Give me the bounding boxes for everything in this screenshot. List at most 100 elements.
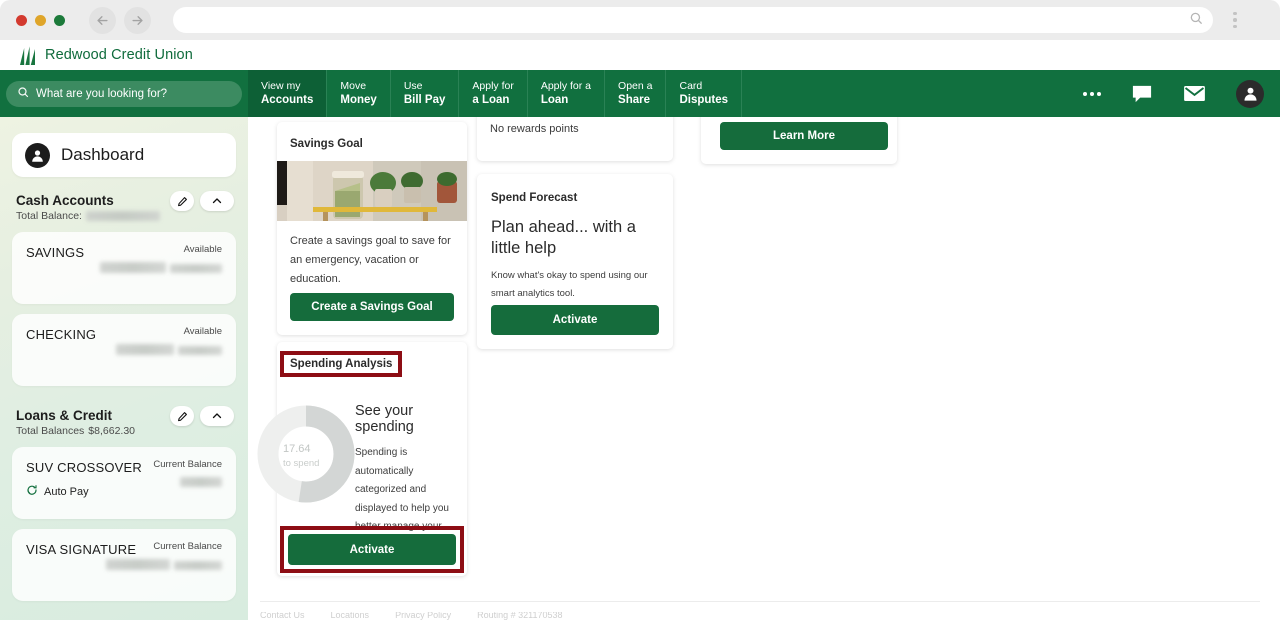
nav-item-line2: Loan	[540, 93, 569, 106]
close-window-button[interactable]	[16, 14, 27, 26]
search-container: What are you looking for?	[0, 70, 248, 117]
account-balance-block: Available	[115, 326, 222, 360]
nav-item-view-my-accounts[interactable]: View my Accounts	[248, 70, 328, 117]
footer-link-contact-us[interactable]: Contact Us	[260, 612, 305, 620]
donut-amount: 17.64	[283, 443, 311, 455]
rewards-points-text: No rewards points	[490, 123, 579, 135]
spending-analysis-body: 17.64 to spend See your spending Spendin…	[257, 381, 467, 551]
back-arrow-icon[interactable]	[89, 6, 116, 34]
nav-item-line2: Accounts	[261, 93, 314, 106]
forward-arrow-icon[interactable]	[124, 6, 151, 34]
spending-analysis-heading: See your spending	[355, 403, 414, 435]
spending-analysis-text: See your spending Spending is automatica…	[355, 403, 465, 555]
nav-item-line2: Money	[340, 93, 377, 106]
account-balance-label: Available	[183, 326, 222, 337]
redacted-balance-secondary	[178, 346, 222, 355]
nav-item-line1: View my	[261, 79, 301, 92]
pencil-edit-icon[interactable]	[170, 406, 194, 426]
window-traffic-lights	[16, 14, 65, 26]
nav-item-line2: Bill Pay	[403, 93, 446, 106]
search-placeholder-text: What are you looking for?	[36, 87, 168, 100]
group-subtitle: Total Balances $8,662.30	[16, 425, 232, 437]
user-account-icon[interactable]	[1236, 79, 1264, 108]
group-subtitle-label: Total Balances	[16, 425, 85, 437]
search-input[interactable]: What are you looking for?	[6, 80, 242, 107]
spending-analysis-activate-button[interactable]: Activate	[288, 534, 456, 565]
spending-analysis-header: Spending Analysis	[277, 342, 467, 381]
account-balance-block: Current Balance	[105, 541, 222, 575]
nav-item-apply-for-a-loan-2[interactable]: Apply for a Loan	[528, 70, 606, 117]
redacted-balance-secondary	[174, 561, 222, 570]
nav-item-line1: Apply for a	[540, 79, 592, 92]
savings-goal-header: Savings Goal	[277, 122, 467, 161]
footer-link-privacy-policy[interactable]: Privacy Policy	[395, 612, 451, 620]
account-card-checking[interactable]: CHECKING Available	[12, 314, 236, 386]
footer-link-locations[interactable]: Locations	[331, 612, 370, 620]
money-jar-photo	[277, 161, 467, 221]
spend-forecast-card: Spend Forecast Plan ahead... with a litt…	[477, 174, 673, 349]
browser-navigation-arrows	[89, 6, 151, 34]
nav-item-line1: Use	[403, 79, 423, 92]
nav-item-line2: a Loan	[472, 93, 510, 106]
spend-forecast-body: Spend Forecast Plan ahead... with a litt…	[477, 174, 673, 302]
account-balance-label: Available	[183, 244, 222, 255]
spend-forecast-title: Spend Forecast	[491, 192, 578, 204]
rewards-points-card: No rewards points	[477, 117, 673, 161]
nav-item-use-bill-pay[interactable]: Use Bill Pay	[391, 70, 460, 117]
group-actions	[170, 191, 234, 211]
nav-item-apply-for-a-loan[interactable]: Apply for a Loan	[459, 70, 528, 117]
spend-forecast-activate-button[interactable]: Activate	[491, 305, 659, 335]
account-balance-block: Current Balance	[153, 459, 222, 492]
donut-center-label: 17.64 to spend	[283, 443, 319, 469]
nav-item-line2: Share	[618, 93, 650, 106]
footer-links: Contact Us Locations Privacy Policy Rout…	[248, 612, 1280, 620]
group-subtitle: Total Balance:	[16, 210, 232, 222]
redacted-balance-value	[99, 262, 166, 273]
account-card-visa-signature[interactable]: VISA SIGNATURE Current Balance	[12, 529, 236, 601]
account-card-suv-crossover[interactable]: SUV CROSSOVER Auto Pay Current Balance	[12, 447, 236, 519]
chat-message-icon[interactable]	[1131, 84, 1153, 104]
browser-chrome	[0, 0, 1280, 40]
nav-item-line1: Open a	[618, 79, 653, 92]
chevron-up-icon[interactable]	[200, 406, 234, 426]
sidebar-item-dashboard[interactable]: Dashboard	[12, 133, 236, 177]
account-card-savings[interactable]: SAVINGS Available	[12, 232, 236, 304]
brand-bar: Redwood Credit Union	[0, 40, 1280, 70]
savings-goal-card: Savings Goal Create a savings goal to sa…	[277, 122, 467, 335]
group-actions	[170, 406, 234, 426]
redacted-balance-secondary	[170, 264, 222, 273]
footer-divider	[260, 601, 1260, 602]
kebab-menu-icon[interactable]	[1225, 11, 1245, 29]
redacted-total-balance	[85, 211, 160, 221]
account-balance-label: Current Balance	[153, 541, 222, 552]
footer-routing-number: Routing # 321170538	[477, 612, 563, 620]
spending-donut-chart: 17.64 to spend	[255, 403, 357, 505]
nav-items: View my Accounts Move Money Use Bill Pay…	[248, 70, 743, 117]
group-subtitle-label: Total Balance:	[16, 210, 82, 222]
more-options-icon[interactable]	[1083, 91, 1101, 96]
nav-item-line1: Apply for	[472, 79, 514, 92]
chevron-up-icon[interactable]	[200, 191, 234, 211]
nav-item-open-a-share[interactable]: Open a Share	[605, 70, 667, 117]
auto-pay-refresh-icon	[26, 484, 38, 499]
auto-pay-label: Auto Pay	[44, 485, 89, 498]
nav-item-line1: Move	[340, 79, 367, 92]
mail-envelope-icon[interactable]	[1183, 85, 1206, 102]
dashboard-label: Dashboard	[61, 145, 145, 164]
nav-item-card-disputes[interactable]: Card Disputes	[666, 70, 743, 117]
learn-more-button[interactable]: Learn More	[720, 122, 888, 150]
maximize-window-button[interactable]	[54, 14, 65, 26]
pencil-edit-icon[interactable]	[170, 191, 194, 211]
create-savings-goal-button[interactable]: Create a Savings Goal	[290, 293, 454, 321]
savings-goal-description: Create a savings goal to save for an eme…	[290, 235, 451, 285]
account-balance-label: Current Balance	[153, 459, 222, 470]
user-avatar-icon	[25, 142, 50, 168]
minimize-window-button[interactable]	[35, 14, 46, 26]
nav-item-move-money[interactable]: Move Money	[327, 70, 391, 117]
brand-name: Redwood Credit Union	[45, 47, 193, 63]
redacted-balance-value	[105, 559, 170, 570]
nav-icon-group	[1083, 70, 1280, 117]
nav-item-line1: Card	[679, 79, 703, 92]
browser-url-bar[interactable]	[173, 7, 1213, 33]
